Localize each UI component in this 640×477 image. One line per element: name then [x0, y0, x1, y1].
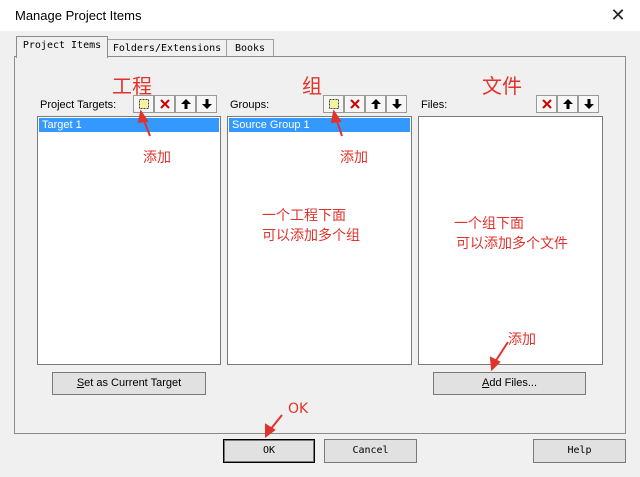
delete-group-button[interactable] — [344, 95, 365, 113]
tab-project-items[interactable]: Project Items — [16, 36, 108, 58]
annotation-group-note-1: 一个工程下面 — [262, 208, 346, 224]
arrow-up-icon — [180, 99, 191, 109]
groups-header: Groups: — [230, 99, 270, 111]
annotation-group-note-2: 可以添加多个组 — [262, 228, 360, 244]
tab-books[interactable]: Books — [226, 39, 274, 57]
close-icon[interactable]: ✕ — [604, 2, 632, 28]
help-button[interactable]: Help — [533, 439, 626, 463]
annotation-ok: OK — [288, 401, 309, 417]
arrow-down-icon — [583, 99, 594, 109]
delete-target-button[interactable] — [154, 95, 175, 113]
new-target-button[interactable] — [133, 95, 154, 113]
annotation-file-note-1: 一个组下面 — [454, 216, 524, 232]
ok-button[interactable]: OK — [223, 439, 315, 463]
move-down-target-button[interactable] — [196, 95, 217, 113]
new-item-icon — [138, 99, 149, 109]
delete-icon — [159, 99, 170, 109]
groups-toolbar — [323, 95, 407, 113]
add-files-label: dd Files... — [489, 377, 538, 389]
move-up-group-button[interactable] — [365, 95, 386, 113]
list-item-target[interactable]: Target 1 — [39, 118, 219, 132]
new-group-button[interactable] — [323, 95, 344, 113]
delete-file-button[interactable] — [536, 95, 557, 113]
arrow-down-icon — [391, 99, 402, 109]
move-down-file-button[interactable] — [578, 95, 599, 113]
window-title: Manage Project Items — [15, 8, 142, 23]
arrow-up-icon — [370, 99, 381, 109]
add-files-button[interactable]: Add Files... — [433, 372, 586, 395]
arrow-down-icon — [201, 99, 212, 109]
files-header: Files: — [421, 99, 448, 111]
set-current-target-label: et as Current Target — [84, 377, 182, 389]
set-current-target-button[interactable]: Set as Current Target — [52, 372, 206, 395]
move-up-target-button[interactable] — [175, 95, 196, 113]
annotation-add-group: 添加 — [340, 150, 368, 166]
targets-header: Project Targets: — [40, 99, 117, 111]
tab-folders-extensions[interactable]: Folders/Extensions — [107, 39, 227, 57]
annotation-group-title: 组 — [302, 74, 322, 98]
annotation-file-note-2: 可以添加多个文件 — [456, 236, 568, 252]
targets-toolbar — [133, 95, 217, 113]
files-toolbar — [536, 95, 599, 113]
targets-list[interactable]: Target 1 — [37, 116, 221, 365]
move-up-file-button[interactable] — [557, 95, 578, 113]
cancel-button[interactable]: Cancel — [324, 439, 417, 463]
arrow-up-icon — [562, 99, 573, 109]
new-item-icon — [328, 99, 339, 109]
annotation-file-title: 文件 — [482, 74, 522, 98]
delete-icon — [541, 99, 552, 109]
list-item-group[interactable]: Source Group 1 — [229, 118, 410, 132]
annotation-add-target: 添加 — [143, 150, 171, 166]
annotation-add-file: 添加 — [508, 332, 536, 348]
move-down-group-button[interactable] — [386, 95, 407, 113]
delete-icon — [349, 99, 360, 109]
